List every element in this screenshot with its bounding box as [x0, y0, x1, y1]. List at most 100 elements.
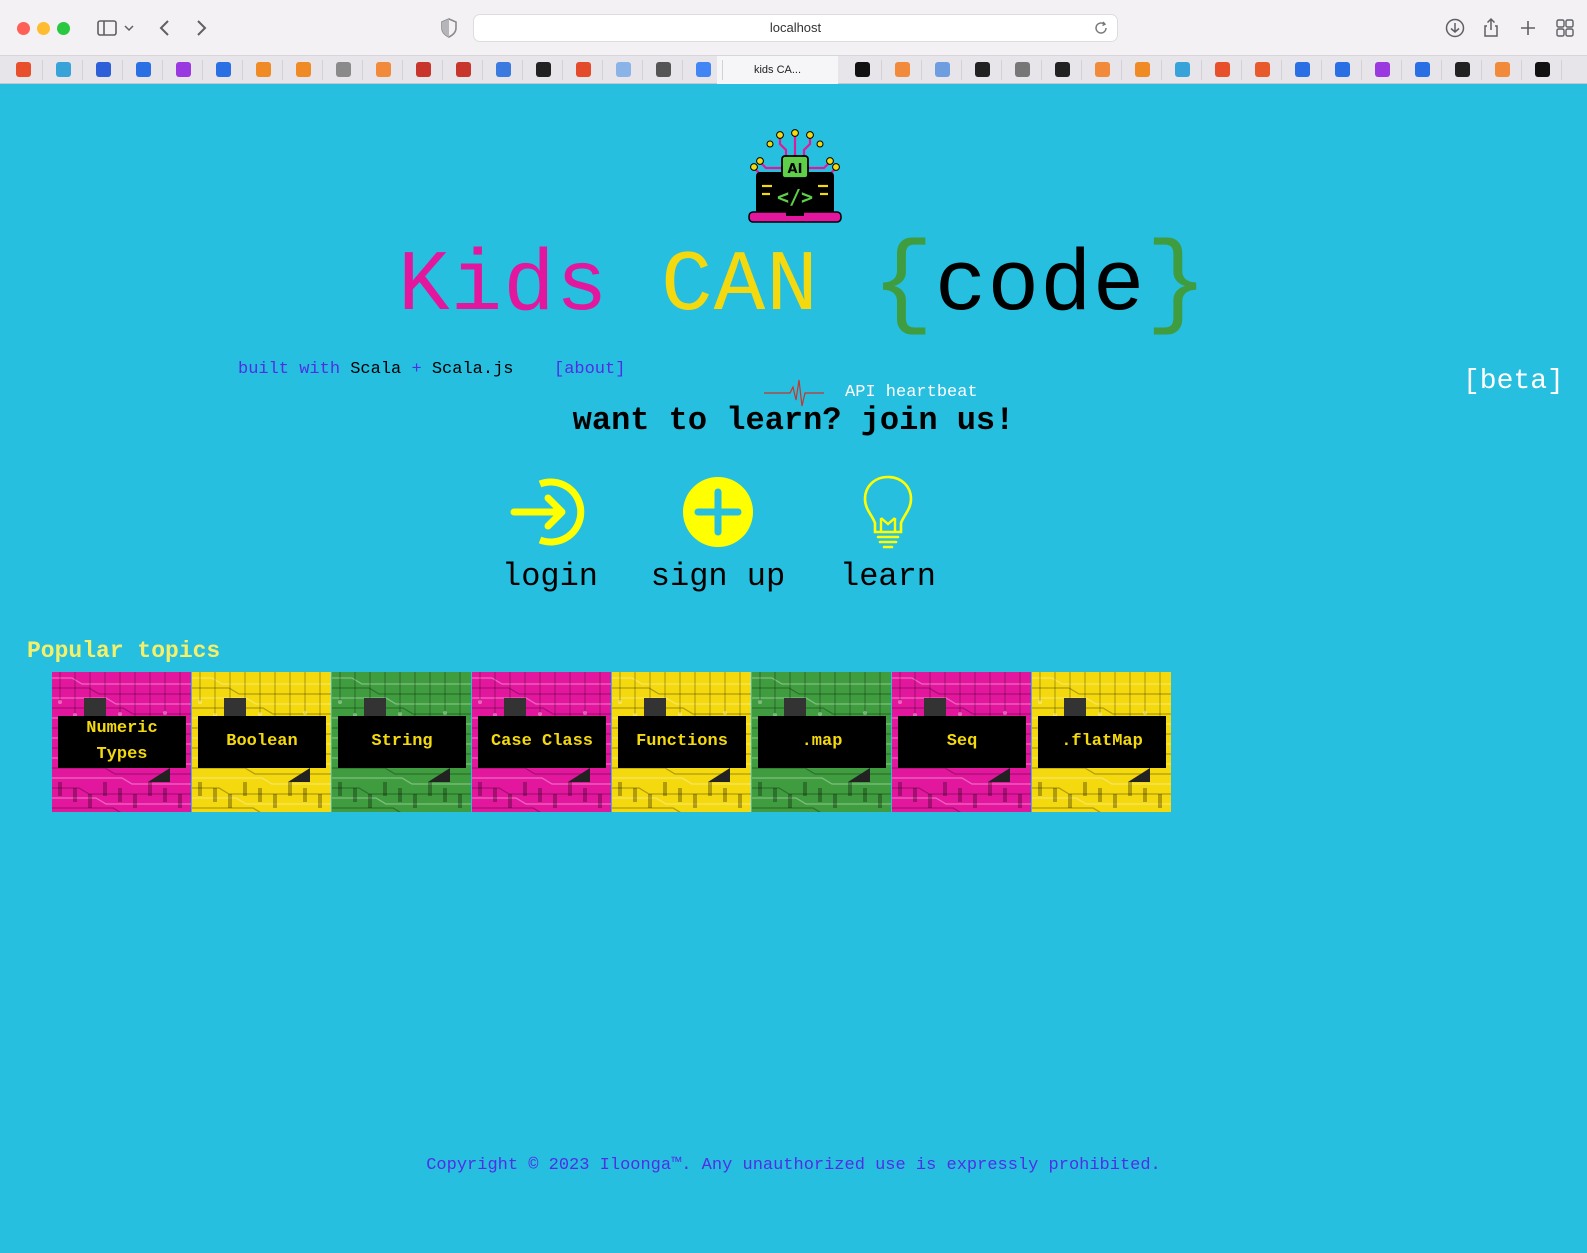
tab-favicon[interactable] [604, 60, 643, 80]
tab-favicon[interactable] [4, 60, 43, 80]
favicon-icon [296, 62, 311, 77]
favicon-icon [1215, 62, 1230, 77]
tab-favicon[interactable] [404, 60, 443, 80]
topic-label: Numeric Types [58, 716, 186, 768]
address-bar[interactable]: localhost [473, 14, 1118, 42]
favicon-icon [1135, 62, 1150, 77]
tab-favicon[interactable] [1363, 60, 1402, 80]
tab-favicon[interactable] [684, 60, 723, 80]
topic-tile[interactable]: String [332, 672, 471, 812]
topic-tile[interactable]: Case Class [472, 672, 611, 812]
url-text: localhost [769, 20, 822, 35]
back-icon[interactable] [153, 16, 177, 40]
tab-favicon[interactable] [1043, 60, 1082, 80]
tab-favicon[interactable] [484, 60, 523, 80]
tab-favicon[interactable] [1523, 60, 1562, 80]
tab-favicon[interactable] [1323, 60, 1362, 80]
tab-favicon[interactable] [1163, 60, 1202, 80]
close-window-button[interactable] [17, 22, 30, 35]
tab-favicon[interactable] [324, 60, 363, 80]
tab-favicon[interactable] [1443, 60, 1482, 80]
chevron-down-icon[interactable] [122, 16, 136, 40]
favicon-icon [16, 62, 31, 77]
favicon-icon [895, 62, 910, 77]
tab-favicon[interactable] [364, 60, 403, 80]
tab-favicon[interactable] [164, 60, 203, 80]
copyright-text: Copyright © 2023 Iloonga™. Any unauthori… [426, 1156, 1161, 1175]
tab-favicon[interactable] [244, 60, 283, 80]
login-icon [510, 478, 585, 546]
tab-favicon[interactable] [923, 60, 962, 80]
tab-favicon[interactable] [524, 60, 563, 80]
learn-label: learn [839, 558, 936, 595]
favicon-icon [1095, 62, 1110, 77]
favicon-icon [536, 62, 551, 77]
favicon-icon [935, 62, 950, 77]
favicon-icon [1255, 62, 1270, 77]
topic-label: .map [758, 716, 886, 768]
tab-favicon[interactable] [1003, 60, 1042, 80]
topic-label: .flatMap [1038, 716, 1166, 768]
tab-favicon[interactable] [1083, 60, 1122, 80]
tab-favicon[interactable] [44, 60, 83, 80]
tab-favicon[interactable] [284, 60, 323, 80]
tab-overview-icon[interactable] [1553, 16, 1577, 40]
topic-tile[interactable]: Seq [892, 672, 1031, 812]
favicon-icon [456, 62, 471, 77]
tab-favicon[interactable] [963, 60, 1002, 80]
topic-tile[interactable]: Functions [612, 672, 751, 812]
sign-up-button[interactable]: sign up [648, 474, 788, 595]
tab-favicon[interactable] [644, 60, 683, 80]
tab-favicon[interactable] [204, 60, 243, 80]
favicon-icon [1295, 62, 1310, 77]
tab-favicon[interactable] [1203, 60, 1242, 80]
login-button[interactable]: login [498, 474, 602, 595]
topic-tile[interactable]: Boolean [192, 672, 331, 812]
favicon-icon [216, 62, 231, 77]
tab-active[interactable]: kids CA... [717, 56, 838, 84]
login-label: login [501, 558, 598, 595]
tab-favicon[interactable] [444, 60, 483, 80]
about-link[interactable]: [about] [554, 360, 625, 379]
tagline: want to learn? join us! [572, 402, 1015, 439]
favicon-icon [1175, 62, 1190, 77]
favicon-icon [56, 62, 71, 77]
reload-icon[interactable] [1093, 20, 1109, 36]
learn-button[interactable]: learn [838, 474, 938, 595]
tab-favicon[interactable] [1123, 60, 1162, 80]
topic-tile[interactable]: .flatMap [1032, 672, 1171, 812]
share-icon[interactable] [1479, 16, 1503, 40]
new-tab-icon[interactable] [1516, 16, 1540, 40]
favicon-icon [1415, 62, 1430, 77]
sidebar-icon[interactable] [95, 16, 119, 40]
tab-favicon[interactable] [84, 60, 123, 80]
topic-tile[interactable]: .map [752, 672, 891, 812]
forward-icon[interactable] [189, 16, 213, 40]
tab-favicon[interactable] [843, 60, 882, 80]
favicon-icon [96, 62, 111, 77]
built-with-plus: + [411, 360, 422, 379]
tab-favicon[interactable] [1403, 60, 1442, 80]
favicon-icon [1535, 62, 1550, 77]
hero-close-brace: } [1145, 227, 1209, 345]
favicon-icon [656, 62, 671, 77]
zoom-window-button[interactable] [57, 22, 70, 35]
beta-badge: [beta] [1463, 366, 1564, 397]
shield-icon[interactable] [437, 16, 461, 40]
tab-favicon[interactable] [124, 60, 163, 80]
topic-label: Seq [898, 716, 1026, 768]
tab-favicon[interactable] [1243, 60, 1282, 80]
download-icon[interactable] [1443, 16, 1467, 40]
minimize-window-button[interactable] [37, 22, 50, 35]
tab-favicon[interactable] [1283, 60, 1322, 80]
favicon-icon [1015, 62, 1030, 77]
tab-favicon[interactable] [883, 60, 922, 80]
favicon-icon [136, 62, 151, 77]
tab-favicon[interactable] [564, 60, 603, 80]
api-heartbeat-label: API heartbeat [845, 383, 978, 402]
topic-tile[interactable]: Numeric Types [52, 672, 191, 812]
sign-up-label: sign up [650, 558, 786, 595]
built-with-prefix: built with [238, 360, 341, 379]
favicon-icon [975, 62, 990, 77]
tab-favicon[interactable] [1483, 60, 1522, 80]
